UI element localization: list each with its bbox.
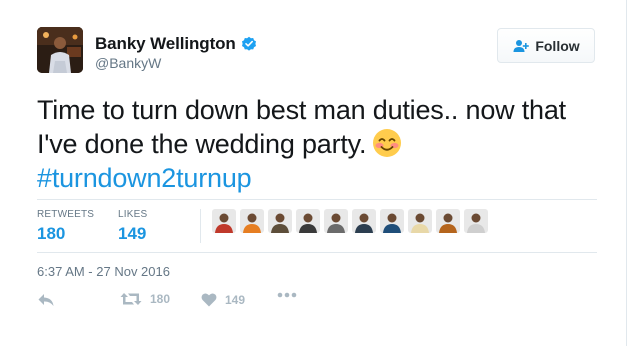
liker-avatar[interactable] [212,209,236,233]
retweet-button[interactable]: 180 [120,292,170,306]
liker-avatar[interactable] [352,209,376,233]
tweet-text-line-2: I've done the wedding party. [37,127,597,161]
like-count: 149 [225,292,246,307]
heart-icon [201,293,217,307]
author-display-name[interactable]: Banky Wellington [95,34,236,54]
more-options-button[interactable] [277,292,297,298]
reply-icon [38,294,54,306]
stats-vertical-divider [200,209,201,243]
liker-avatar[interactable] [268,209,292,233]
tweet-text: Time to turn down best man duties.. now … [37,93,597,195]
liker-avatar-6-icon [352,209,376,233]
liker-avatar-2-icon [240,209,264,233]
more-icon [277,292,297,298]
follow-user-plus-icon [513,39,530,52]
liker-avatar-9-icon [436,209,460,233]
tweet-card: Banky Wellington @BankyW Follow Time to … [0,0,627,346]
liker-avatar-10-icon [464,209,488,233]
author-handle[interactable]: @BankyW [95,55,161,71]
likes-count: 149 [118,224,147,243]
stats-bottom-divider [37,252,597,253]
retweets-label: RETWEETS [37,209,95,220]
liker-avatar[interactable] [240,209,264,233]
likes-stat[interactable]: LIKES 149 [118,209,147,244]
follow-button-label: Follow [535,37,580,54]
liker-avatar[interactable] [436,209,460,233]
liker-avatar-3-icon [268,209,292,233]
likers-avatar-list [212,209,488,233]
follow-button[interactable]: Follow [497,28,595,63]
retweets-count: 180 [37,224,66,243]
tweet-text-line-3: #turndown2turnup [37,161,597,195]
tweet-timestamp[interactable]: 6:37 AM - 27 Nov 2016 [37,264,170,279]
liker-avatar-4-icon [296,209,320,233]
liker-avatar-5-icon [324,209,348,233]
smiling-face-emoji-icon [373,129,402,157]
liker-avatar-8-icon [408,209,432,233]
liker-avatar[interactable] [380,209,404,233]
retweet-count: 180 [150,292,171,306]
verified-badge-icon [241,36,256,51]
hashtag-link[interactable]: #turndown2turnup [37,163,252,193]
stats-top-divider [37,199,597,200]
tweet-text-line-1: Time to turn down best man duties.. now … [37,95,566,125]
likes-label: LIKES [118,209,148,220]
retweets-stat[interactable]: RETWEETS 180 [37,209,94,244]
author-name-row[interactable]: Banky Wellington [95,34,257,54]
like-button[interactable]: 149 [201,292,245,307]
liker-avatar[interactable] [464,209,488,233]
reply-button[interactable] [37,292,55,308]
retweet-icon [120,293,142,305]
liker-avatar-7-icon [380,209,404,233]
author-avatar[interactable] [37,27,83,73]
liker-avatar[interactable] [408,209,432,233]
liker-avatar-1-icon [212,209,236,233]
liker-avatar[interactable] [296,209,320,233]
tweet-text-line-2-content: I've done the wedding party. [37,129,367,159]
liker-avatar[interactable] [324,209,348,233]
profile-photo-icon [37,27,83,73]
